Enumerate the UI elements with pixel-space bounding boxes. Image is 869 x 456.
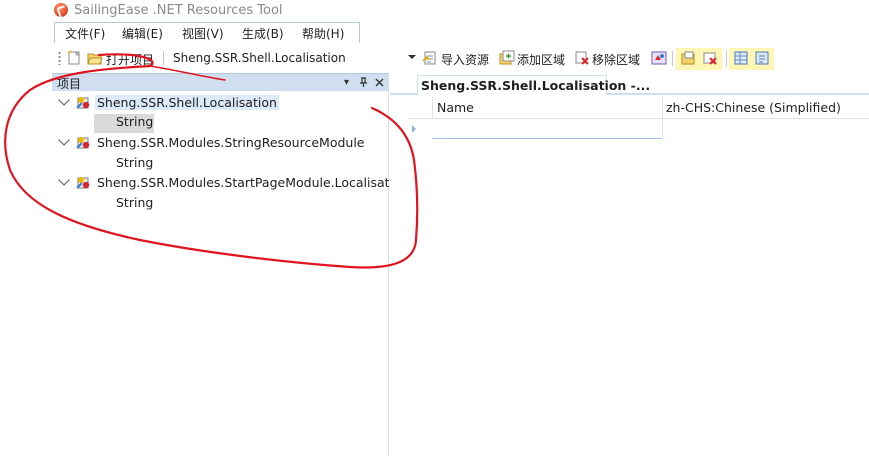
- app-logo-icon: [54, 3, 68, 17]
- column-header-name[interactable]: Name: [437, 100, 474, 115]
- chevron-down-icon[interactable]: [58, 174, 70, 186]
- tree-child-node[interactable]: String: [0, 113, 389, 133]
- folder-add-icon[interactable]: [680, 50, 696, 66]
- chevron-down-icon[interactable]: [408, 55, 416, 59]
- import-table-icon[interactable]: [733, 50, 749, 66]
- remove-region-icon[interactable]: [574, 50, 590, 66]
- project-icon: [76, 137, 90, 149]
- toolbar-separator: [163, 51, 164, 66]
- project-icon: [76, 97, 90, 109]
- import-resource-button[interactable]: 导入资源: [441, 51, 489, 68]
- toolbar-separator: [726, 51, 727, 66]
- grid-new-row[interactable]: [432, 119, 663, 139]
- folder-remove-icon[interactable]: [702, 50, 718, 66]
- menu-file[interactable]: 文件(F): [65, 25, 105, 42]
- tree-child-label: String: [94, 114, 154, 133]
- project-select-value: Sheng.SSR.Shell.Localisation: [173, 51, 346, 65]
- project-select[interactable]: Sheng.SSR.Shell.Localisation: [168, 49, 418, 68]
- new-row-indicator-icon: [412, 125, 416, 133]
- add-region-button[interactable]: 添加区域: [517, 51, 565, 68]
- chevron-down-icon[interactable]: [58, 94, 70, 106]
- export-table-icon[interactable]: [754, 50, 770, 66]
- tree-node-label: Sheng.SSR.Modules.StartPageModule.Locali…: [97, 175, 389, 190]
- menu-view[interactable]: 视图(V): [182, 25, 224, 42]
- menu-bar: 文件(F) 编辑(E) 视图(V) 生成(B) 帮助(H): [54, 22, 360, 43]
- menu-build[interactable]: 生成(B): [242, 25, 284, 42]
- column-header-language[interactable]: zh-CHS:Chinese (Simplified): [666, 100, 841, 115]
- project-icon: [76, 177, 90, 189]
- add-region-icon[interactable]: [499, 50, 515, 66]
- column-separator[interactable]: [432, 97, 433, 119]
- project-panel: 项目 ▾ Sheng.SSR.Shell.Localisation String: [0, 73, 389, 456]
- tree-child-node[interactable]: String: [0, 193, 389, 213]
- menu-help[interactable]: 帮助(H): [302, 25, 344, 42]
- project-panel-title: 项目: [57, 77, 82, 91]
- document-tab-label: Sheng.SSR.Shell.Localisation -...: [421, 78, 651, 93]
- properties-icon[interactable]: [651, 50, 667, 66]
- chevron-down-icon[interactable]: [58, 134, 70, 146]
- toolbar: 打开项目 Sheng.SSR.Shell.Localisation 导入资源 添…: [0, 43, 869, 73]
- new-project-icon[interactable]: [66, 50, 82, 66]
- document-tab-strip: Sheng.SSR.Shell.Localisation -...: [390, 73, 869, 95]
- window-title: SailingEase .NET Resources Tool: [74, 3, 283, 18]
- tree-child-node[interactable]: String: [0, 153, 389, 173]
- pin-icon[interactable]: [358, 77, 369, 88]
- close-panel-icon[interactable]: [374, 77, 385, 88]
- project-tree: Sheng.SSR.Shell.Localisation String Shen…: [0, 93, 389, 233]
- title-bar: SailingEase .NET Resources Tool: [0, 0, 869, 22]
- tree-child-label: String: [116, 195, 154, 210]
- import-resource-icon[interactable]: [422, 50, 438, 66]
- open-project-button[interactable]: 打开项目: [106, 51, 154, 68]
- grid-header: Name zh-CHS:Chinese (Simplified): [410, 97, 869, 119]
- panel-menu-icon[interactable]: ▾: [344, 77, 349, 88]
- open-project-icon[interactable]: [87, 50, 103, 66]
- tree-node-project[interactable]: Sheng.SSR.Modules.StartPageModule.Locali…: [0, 173, 389, 193]
- column-separator[interactable]: [662, 97, 663, 119]
- tree-node-project[interactable]: Sheng.SSR.Shell.Localisation: [0, 93, 389, 113]
- menu-edit[interactable]: 编辑(E): [122, 25, 163, 42]
- document-tab[interactable]: Sheng.SSR.Shell.Localisation -...: [417, 75, 650, 95]
- resource-grid: Name zh-CHS:Chinese (Simplified): [390, 97, 869, 143]
- remove-region-button[interactable]: 移除区域: [592, 51, 640, 68]
- tree-node-label: Sheng.SSR.Shell.Localisation: [95, 95, 279, 110]
- project-panel-header: 项目 ▾: [52, 73, 389, 91]
- tree-node-project[interactable]: Sheng.SSR.Modules.StringResourceModule: [0, 133, 389, 153]
- tree-child-label: String: [116, 155, 154, 170]
- document-area: Sheng.SSR.Shell.Localisation -... Name z…: [390, 73, 869, 456]
- toolbar-grip[interactable]: [58, 51, 61, 65]
- tree-node-label: Sheng.SSR.Modules.StringResourceModule: [97, 135, 365, 150]
- toolbar-separator: [672, 51, 673, 66]
